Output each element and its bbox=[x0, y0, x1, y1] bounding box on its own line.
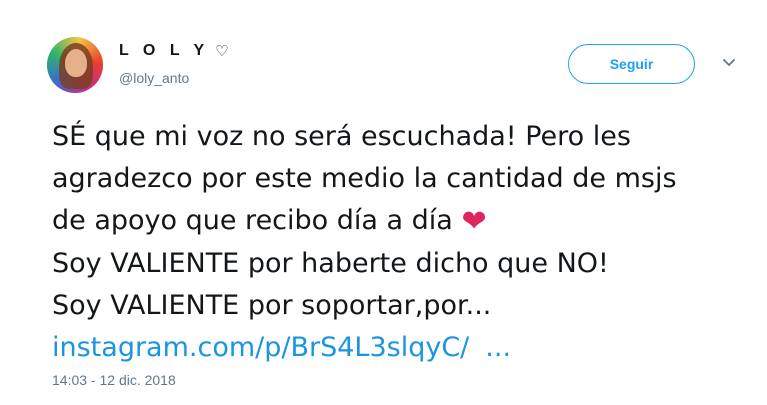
instagram-link-text[interactable]: instagram.com/p/BrS4L3slqyC/ bbox=[52, 332, 469, 363]
tweet-line-5: Soy VALIENTE por soportar,por... bbox=[52, 290, 492, 321]
tweet-link-line: instagram.com/p/BrS4L3slqyC/... bbox=[52, 327, 742, 369]
tweet-line-2: agradezco por este medio la cantidad de … bbox=[52, 163, 677, 194]
follow-button[interactable]: Seguir bbox=[568, 44, 695, 84]
tweet-line-3-wrap: de apoyo que recibo día a día ❤ bbox=[52, 200, 742, 243]
tweet-line-1: SÉ que mi voz no será escuchada! Pero le… bbox=[52, 121, 631, 152]
link-ellipsis[interactable]: ... bbox=[485, 332, 511, 363]
user-handle[interactable]: @loly_anto bbox=[119, 70, 189, 86]
tweet-card: L O L Y ♡ @loly_anto Seguir SÉ que mi vo… bbox=[0, 0, 767, 405]
avatar[interactable] bbox=[47, 37, 103, 93]
avatar-face bbox=[65, 49, 87, 77]
timestamp[interactable]: 14:03 - 12 dic. 2018 bbox=[52, 372, 176, 388]
red-heart-icon: ❤ bbox=[461, 204, 487, 239]
instagram-link[interactable]: instagram.com/p/BrS4L3slqyC/... bbox=[52, 332, 511, 363]
chevron-down-icon[interactable] bbox=[722, 56, 736, 70]
tweet-line-4: Soy VALIENTE por haberte dicho que NO! bbox=[52, 248, 609, 279]
name-row: L O L Y ♡ bbox=[119, 42, 229, 60]
heart-outline-icon: ♡ bbox=[215, 42, 229, 60]
display-name[interactable]: L O L Y bbox=[119, 42, 209, 60]
tweet-line-3: de apoyo que recibo día a día bbox=[52, 205, 453, 236]
tweet-text: SÉ que mi voz no será escuchada! Pero le… bbox=[52, 116, 742, 369]
